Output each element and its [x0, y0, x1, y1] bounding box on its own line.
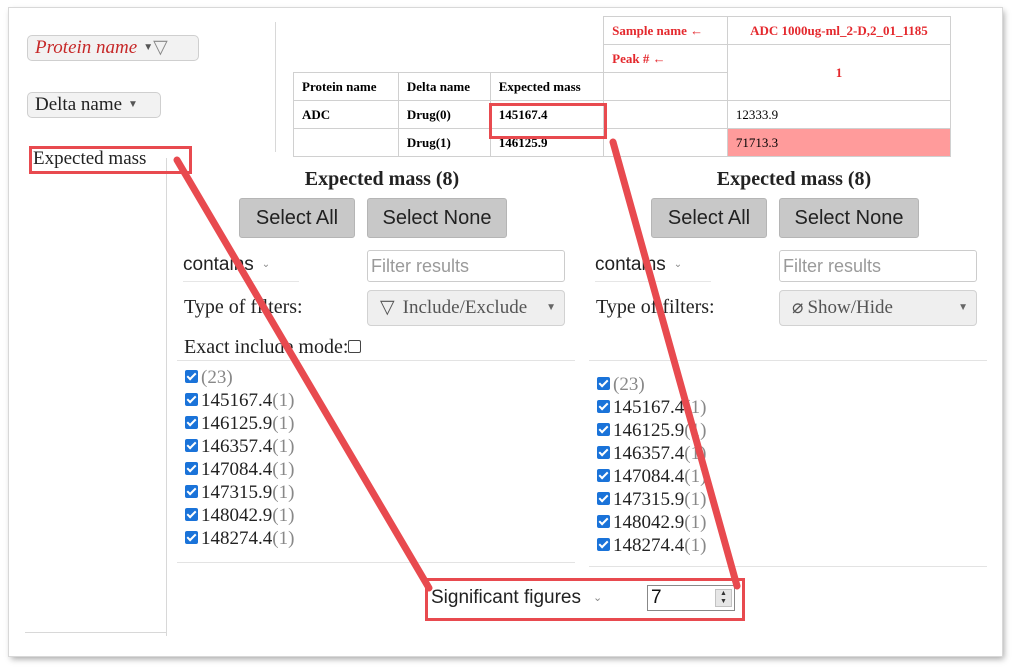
- arrow-to-mass-cell: [609, 138, 741, 590]
- arrow-to-significant-figures: [173, 156, 433, 592]
- screenshot-frame: Protein name ▼▽ Delta name ▼ Expected mass…: [9, 8, 1002, 656]
- annotation-arrows: [173, 138, 741, 592]
